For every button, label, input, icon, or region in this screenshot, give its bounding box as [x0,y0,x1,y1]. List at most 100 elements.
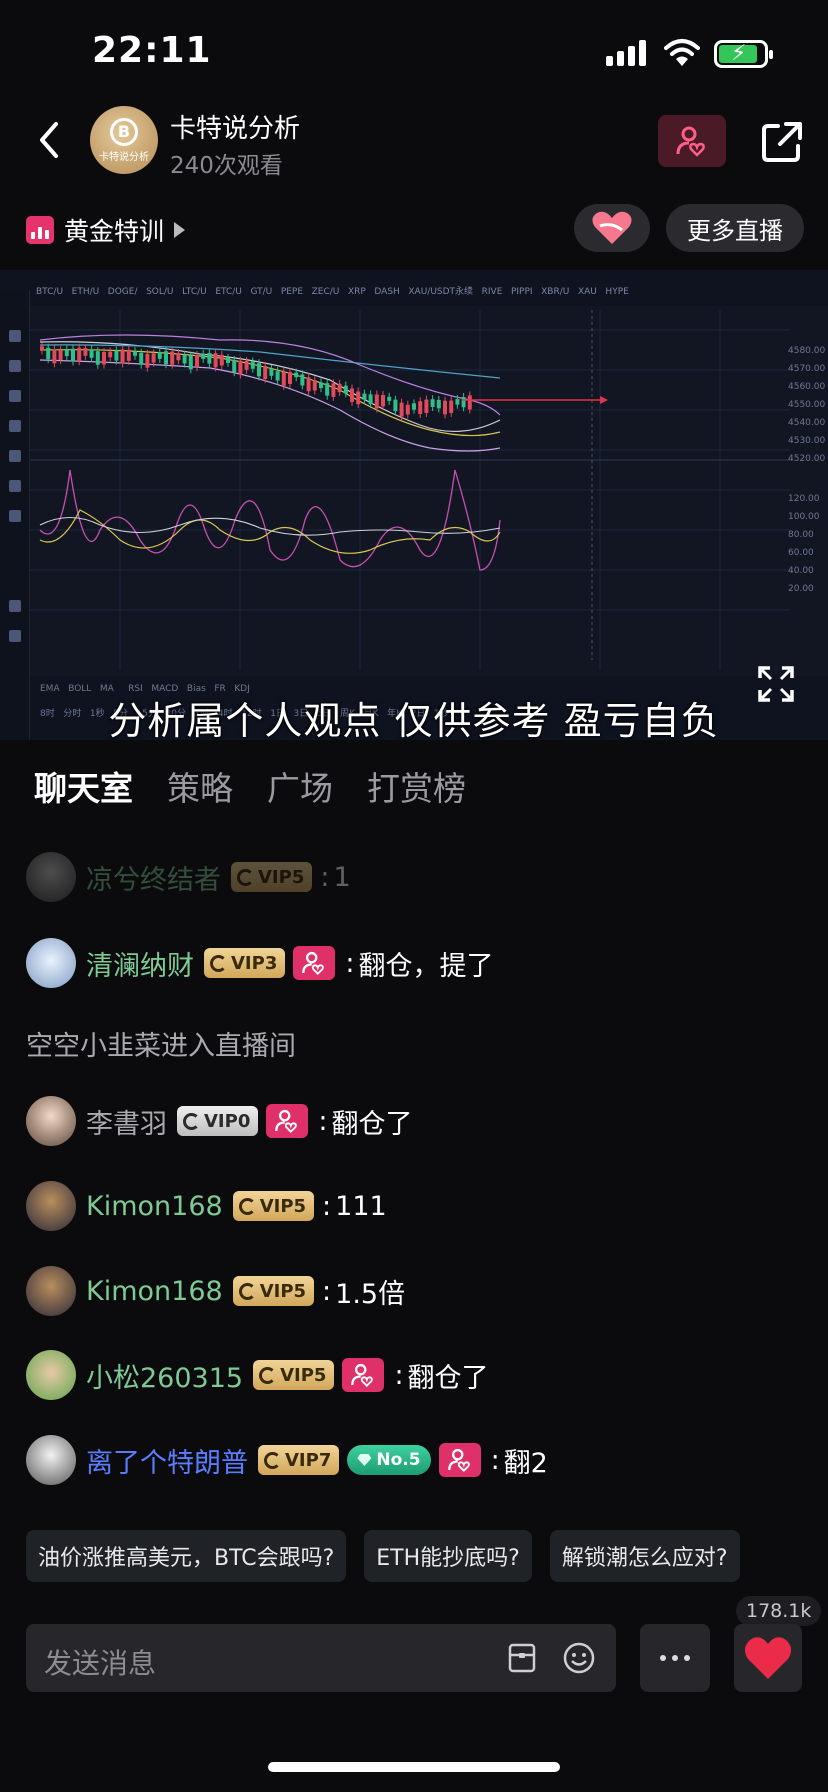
video-candle-body [362,393,367,400]
fullscreen-icon[interactable] [756,664,796,704]
video-candle-body [145,353,150,368]
chat-username[interactable]: 清澜纳财 [86,944,194,983]
more-live-button[interactable]: 更多直播 [666,204,804,252]
video-candle-body [77,347,82,362]
video-candle-body [219,354,224,366]
home-indicator [268,1762,560,1772]
chat-text: 翻2 [503,1447,548,1479]
diamond-icon [357,1454,372,1466]
vip-badge: VIP5 [253,1360,335,1390]
video-candle-body [89,349,94,358]
chat-colon: : [490,1444,500,1476]
chat-username[interactable]: 小松260315 [86,1356,243,1395]
video-candle-body [207,352,212,364]
video-candle-body [201,353,206,359]
video-candle-body [343,385,348,394]
share-icon[interactable] [758,118,806,166]
chat-username[interactable]: 离了个特朗普 [86,1441,248,1480]
avatar[interactable] [26,938,76,988]
video-candle-body [288,372,292,384]
coupon-icon[interactable] [506,1642,538,1674]
video-candle-body [374,394,379,409]
more-dots-button[interactable] [640,1624,710,1692]
video-candle-body [424,399,429,414]
video-candle-body [356,391,361,405]
avatar-text: 卡特说分析 [99,151,149,163]
suggestion-chip[interactable]: ETH能抄底吗? [364,1530,532,1582]
video-candle-body [226,357,230,363]
avatar[interactable] [26,1266,76,1316]
video-candle-body [455,399,460,405]
video-candle-body [350,388,354,402]
video-candle-body [95,351,100,365]
chat-colon: : [318,1105,328,1137]
avatar[interactable] [26,852,76,902]
chat-username[interactable]: Kimon168 [86,1276,223,1307]
fan-badge [438,1443,481,1477]
rank-badge: No.5 [347,1445,431,1475]
view-count: 240次观看 [170,153,283,179]
room-tag[interactable]: 黄金特训 [26,212,186,248]
chat-username[interactable]: 凉兮终结者 [86,858,221,897]
video-candle-body [443,400,447,415]
handshake-heart-button[interactable] [574,204,650,252]
suggestion-chip[interactable]: 解锁潮怎么应对? [549,1530,740,1582]
video-candle-body [412,403,416,410]
avatar[interactable] [26,1350,76,1400]
channel-avatar[interactable]: B 卡特说分析 [90,106,158,174]
video-candle-body [46,347,51,360]
like-button[interactable] [734,1624,802,1692]
avatar[interactable] [26,1096,76,1146]
fan-heart-icon [275,1109,298,1134]
chat-username[interactable]: 李書羽 [86,1102,167,1141]
video-candle-body [387,396,392,401]
fan-heart-icon [351,1363,374,1388]
fan-badge [342,1358,385,1392]
video-candle-body [269,369,274,376]
back-icon[interactable] [30,118,70,162]
tab-strategy[interactable]: 策略 [167,762,233,810]
video-candle-body [393,399,398,412]
chat-message[interactable]: 离了个特朗普 VIP7 No.5 : 翻2 [26,1433,548,1487]
video-candle-body [381,395,385,407]
video-candle-body [294,372,299,378]
video-candle-body [399,402,404,417]
video-candle-body [281,371,286,386]
tab-reward-rank[interactable]: 打赏榜 [367,762,466,810]
suggestion-chips: 油价涨推高美元，BTC会跟吗? ETH能抄底吗? 解锁潮怎么应对? [26,1530,740,1582]
chat-colon: : [320,861,330,893]
tab-square[interactable]: 广场 [267,762,333,810]
tab-chatroom[interactable]: 聊天室 [34,762,133,810]
chat-message[interactable]: 清澜纳财 VIP3 : 翻仓，提了 [26,936,493,990]
chat-message[interactable]: 李書羽 VIP0 : 翻仓了 [26,1094,412,1148]
avatar[interactable] [26,1435,76,1485]
live-video[interactable]: BTC/U ETH/U DOGE/ SOL/U LTC/U ETC/U GT/U… [0,270,828,740]
follow-button[interactable] [658,115,726,167]
chat-colon: : [394,1359,404,1391]
channel-name[interactable]: 卡特说分析 [170,108,300,145]
chat-username[interactable]: Kimon168 [86,1191,223,1222]
chat-message[interactable]: 凉兮终结者 VIP5 : 1 [26,850,351,904]
video-candle-body [449,400,454,413]
video-candle-body [139,352,144,365]
video-candle-body [418,401,423,415]
video-candle-body [319,382,323,389]
fan-heart-icon [302,951,325,976]
chat-message[interactable]: 小松260315 VIP5 : 翻仓了 [26,1348,489,1402]
video-candle-body [461,396,466,408]
suggestion-chip[interactable]: 油价涨推高美元，BTC会跟吗? [26,1530,347,1582]
status-time: 22:11 [92,30,212,71]
chat-text: 翻仓了 [407,1362,489,1394]
chat-message[interactable]: Kimon168 VIP5 : 1.5倍 [26,1264,405,1318]
message-input[interactable]: 发送消息 [26,1624,616,1692]
emoji-icon[interactable] [562,1641,596,1675]
avatar[interactable] [26,1181,76,1231]
video-candle-body [188,355,193,370]
logo-mark-icon: B [110,117,138,146]
video-candle-body [114,350,119,361]
vip-badge: VIP0 [177,1106,259,1136]
video-candle-body [133,351,137,356]
video-candle-body [40,346,44,351]
chat-message[interactable]: Kimon168 VIP5 : 111 [26,1179,387,1233]
video-caption: 分析属个人观点 仅供参考 盈亏自负 [108,699,720,740]
